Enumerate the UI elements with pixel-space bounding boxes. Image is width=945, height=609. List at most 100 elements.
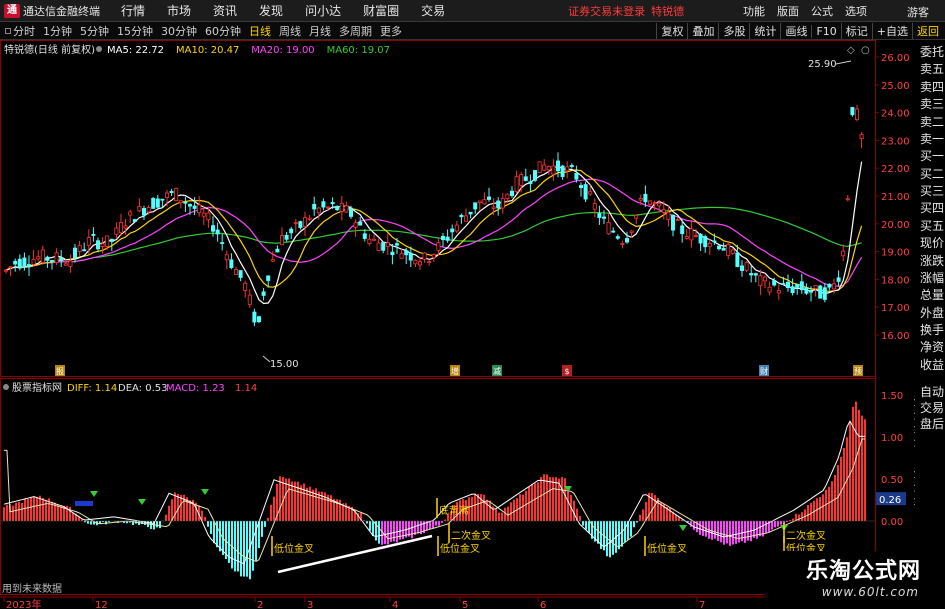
side-tab-1[interactable]: 卖五 <box>917 59 945 76</box>
tool-back-button[interactable]: 返回 <box>912 23 943 39</box>
side-tab-15[interactable]: 外盘 <box>917 303 945 320</box>
tool-adjust-button[interactable]: 复权 <box>656 23 687 39</box>
side-tab-9[interactable]: 买四 <box>917 198 945 215</box>
side-tab2-2[interactable]: 盘后 <box>917 416 945 432</box>
date-label-3: 3 <box>307 600 313 609</box>
candle-body <box>302 217 307 228</box>
side-tab-12[interactable]: 涨跌 <box>917 251 945 268</box>
macd-tick-label: 0.50 <box>881 475 903 486</box>
menu-wealth-circle[interactable]: 财富圈 <box>352 2 410 19</box>
side-tab-3[interactable]: 卖三 <box>917 94 945 111</box>
date-label-1: 12 <box>95 600 108 609</box>
indicator-panel-border <box>0 378 876 595</box>
candle-body <box>307 217 312 220</box>
down-arrow-icon <box>679 525 687 531</box>
price-tick-label: 18.00 <box>881 275 910 286</box>
side-tab-0[interactable]: 委托 <box>917 42 945 59</box>
candle-body <box>31 259 36 265</box>
period-30min[interactable]: 30分钟 <box>158 23 200 39</box>
period-60min[interactable]: 60分钟 <box>202 23 244 39</box>
candle-body <box>560 165 565 177</box>
side-tab-7[interactable]: 买二 <box>917 164 945 181</box>
tool-mark-button[interactable]: 标记 <box>840 23 872 39</box>
side-tab-10[interactable]: 买五 <box>917 216 945 233</box>
menu-formula[interactable]: 公式 <box>805 3 839 19</box>
side-tab-17[interactable]: 净资 <box>917 337 945 354</box>
candle-body <box>717 245 722 250</box>
period-monthly[interactable]: 月线 <box>306 23 334 39</box>
indicator-settings-icon[interactable] <box>3 384 9 390</box>
menu-market-quotes[interactable]: 行情 <box>110 2 156 19</box>
trade-login-status[interactable]: 证券交易未登录 <box>568 3 645 19</box>
low-price-label: 15.00 <box>270 359 299 370</box>
candle-body <box>606 222 611 235</box>
menu-news[interactable]: 资讯 <box>202 2 248 19</box>
candle-body <box>413 259 418 265</box>
period-multi[interactable]: 多周期 <box>336 23 375 39</box>
period-daily[interactable]: 日线 <box>246 23 274 39</box>
menu-discover[interactable]: 发现 <box>248 2 294 19</box>
side-tab-6[interactable]: 买一 <box>917 146 945 163</box>
event-marker-1: 增 <box>451 366 459 376</box>
candle-body <box>776 290 781 294</box>
period-intraday[interactable]: 分时 <box>2 23 38 39</box>
candle-body <box>638 198 643 201</box>
tool-stats-button[interactable]: 统计 <box>749 23 780 39</box>
candle-body <box>224 254 229 261</box>
menu-layout[interactable]: 版面 <box>771 3 805 19</box>
side-tab-13[interactable]: 涨幅 <box>917 268 945 285</box>
macd-label: MACD: 1.23 <box>166 383 225 394</box>
tool-overlay-button[interactable]: 叠加 <box>687 23 718 39</box>
period-1min[interactable]: 1分钟 <box>40 23 75 39</box>
menu-function[interactable]: 功能 <box>737 3 771 19</box>
period-more[interactable]: 更多 <box>377 23 405 39</box>
candle-body <box>40 249 45 263</box>
candle-body <box>505 193 510 199</box>
menu-market[interactable]: 市场 <box>156 2 202 19</box>
candle-body <box>63 263 68 266</box>
chart-area[interactable]: 26.00 25.00 24.00 23.00 22.00 21.00 20.00 19.00… <box>0 40 915 609</box>
menu-options[interactable]: 选项 <box>839 3 873 19</box>
tool-multi-stock-button[interactable]: 多股 <box>718 23 749 39</box>
candle-body <box>450 228 455 233</box>
candle-body <box>758 275 763 287</box>
tool-f10-button[interactable]: F10 <box>811 24 840 38</box>
candle-body <box>362 233 367 239</box>
settings-dot-icon[interactable] <box>96 46 102 52</box>
side-tab-8[interactable]: 买三 <box>917 181 945 198</box>
tool-draw-button[interactable]: 画线 <box>780 23 811 39</box>
diamond-icon[interactable]: ◇ <box>847 45 855 56</box>
side-tab-18[interactable]: 收益 <box>917 355 945 372</box>
period-weekly[interactable]: 周线 <box>276 23 304 39</box>
tool-add-watchlist-button[interactable]: +自选 <box>871 23 912 39</box>
candle-body <box>312 203 317 210</box>
side-tab-11[interactable]: 现价 <box>917 233 945 250</box>
candle-body <box>735 252 740 267</box>
ma-legend-2: MA20: 19.00 <box>251 45 314 56</box>
candle-body <box>832 283 837 290</box>
candle-body <box>404 250 409 256</box>
candle-body <box>675 219 680 222</box>
candle-body <box>818 285 823 299</box>
candle-body <box>671 214 676 231</box>
period-5min[interactable]: 5分钟 <box>77 23 112 39</box>
side-tab-5[interactable]: 卖一 <box>917 129 945 146</box>
side-tab2-0[interactable]: 自动 <box>917 384 945 400</box>
candle-body <box>279 235 284 246</box>
candle-body <box>160 198 165 201</box>
menu-trade[interactable]: 交易 <box>410 2 456 19</box>
period-15min[interactable]: 15分钟 <box>114 23 156 39</box>
side-tab2-1[interactable]: 交易 <box>917 400 945 416</box>
side-tab-4[interactable]: 卖二 <box>917 112 945 129</box>
guest-account[interactable]: 游客 <box>907 4 929 20</box>
candle-body <box>339 202 344 212</box>
stock-chart[interactable]: 26.0025.0024.0023.0022.0021.0020.0019.00… <box>0 40 915 609</box>
menu-ask[interactable]: 问小达 <box>294 2 352 19</box>
candle-body <box>615 236 620 239</box>
side-tab-16[interactable]: 换手 <box>917 320 945 337</box>
side-tab-2[interactable]: 卖四 <box>917 77 945 94</box>
candle-body <box>371 238 376 241</box>
circle-icon[interactable]: ○ <box>861 45 870 56</box>
candle-body <box>210 225 215 232</box>
side-tab-14[interactable]: 总量 <box>917 285 945 302</box>
